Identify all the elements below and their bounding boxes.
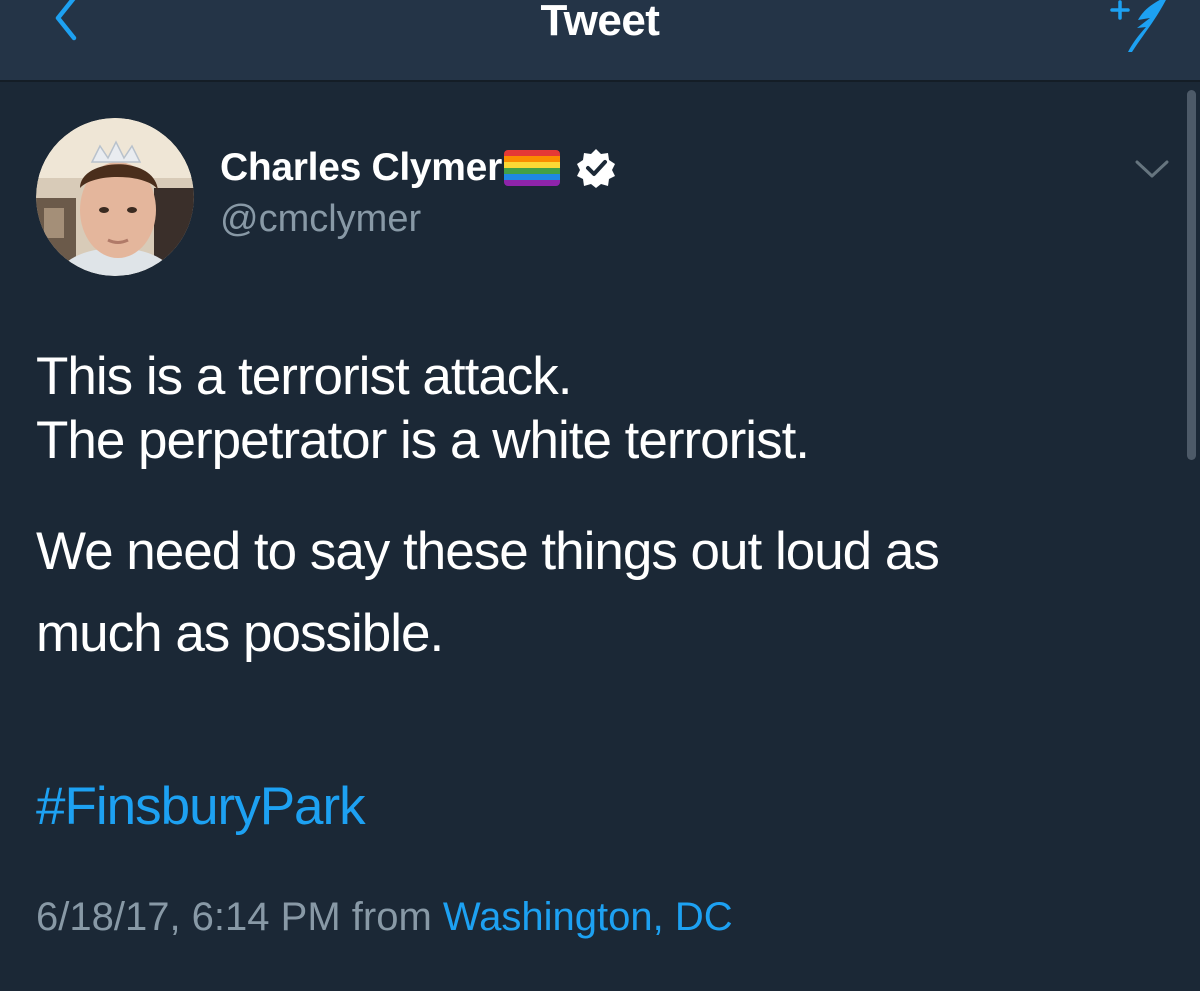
author-name[interactable]: Charles Clymer — [220, 146, 502, 190]
hashtag-link[interactable]: #FinsburyPark — [36, 776, 366, 837]
location-link[interactable]: Washington, DC — [443, 895, 733, 939]
page-title: Tweet — [540, 0, 660, 45]
from-label: from — [351, 895, 432, 939]
tweet-text-line: much as possible. — [36, 604, 444, 663]
tweet-text-line: The perpetrator is a white terrorist. — [36, 411, 810, 470]
author-handle[interactable]: @cmclymer — [220, 198, 421, 241]
tweet-text-line: This is a terrorist attack. — [36, 347, 573, 406]
chevron-down-icon — [1135, 160, 1169, 178]
author-name-row[interactable]: Charles Clymer — [220, 140, 616, 196]
rainbow-flag-icon — [503, 150, 560, 186]
verified-badge-icon — [576, 149, 615, 188]
compose-tweet-button[interactable] — [1110, 0, 1172, 54]
tweet-timestamp: 6/18/17, 6:14 PM — [36, 895, 341, 939]
scrollbar[interactable] — [1187, 90, 1196, 460]
tweet-detail-screen: Tweet Charles Clymer @cmclymer This is a… — [0, 0, 1200, 991]
avatar[interactable] — [36, 118, 194, 276]
compose-tweet-icon — [1110, 0, 1166, 52]
tweet-text: This is a terrorist attack. The perpetra… — [36, 345, 1176, 675]
navigation-bar: Tweet — [0, 0, 1200, 82]
tweet-text-line: We need to say these things out loud as — [36, 522, 940, 581]
tweet-meta: 6/18/17, 6:14 PM from Washington, DC — [36, 895, 733, 940]
tweet-options-button[interactable] — [1134, 158, 1170, 182]
